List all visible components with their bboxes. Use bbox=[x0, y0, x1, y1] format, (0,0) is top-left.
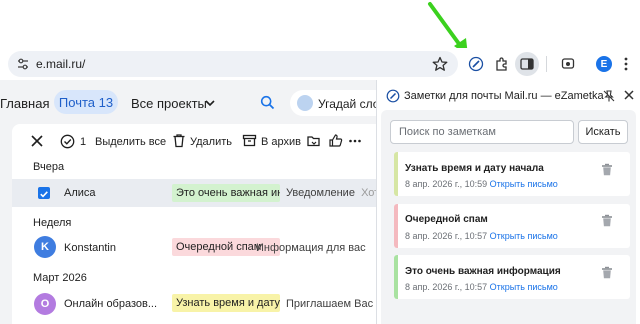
move-to-folder-icon[interactable] bbox=[306, 133, 321, 148]
note-tag: Узнать время и дату ... bbox=[172, 294, 280, 312]
archive-icon[interactable] bbox=[242, 133, 257, 148]
nav-home[interactable]: Главная bbox=[0, 96, 49, 111]
note-title: Узнать время и дату начала bbox=[405, 163, 544, 174]
delete-note-icon[interactable] bbox=[601, 214, 613, 227]
bookmark-star-icon[interactable] bbox=[432, 56, 448, 72]
trash-icon[interactable] bbox=[172, 133, 186, 148]
side-panel-icon bbox=[520, 58, 534, 70]
cast-button[interactable] bbox=[556, 52, 580, 76]
subject-text: Информация для вас bbox=[256, 242, 366, 254]
open-message-link[interactable]: Открыть письмо bbox=[490, 231, 558, 241]
tab-strip bbox=[0, 0, 640, 48]
note-title: Очередной спам bbox=[405, 214, 488, 225]
url-text[interactable]: e.mail.ru/ bbox=[36, 57, 85, 71]
extensions-button[interactable] bbox=[490, 52, 514, 76]
game-icon bbox=[297, 95, 313, 111]
note-title: Это очень важная информация bbox=[405, 266, 561, 277]
snippet-text: Хот... bbox=[361, 187, 376, 199]
thumbs-up-icon[interactable] bbox=[328, 133, 343, 148]
note-card[interactable] bbox=[394, 255, 630, 299]
sender-name: Алиса bbox=[64, 187, 96, 199]
note-date: 8 апр. 2026 г., 10:57 bbox=[405, 231, 488, 241]
open-message-link[interactable]: Открыть письмо bbox=[490, 179, 558, 189]
nav-all-projects[interactable]: Все проекты bbox=[131, 96, 207, 111]
note-meta: 8 апр. 2026 г., 10:59 Открыть письмо bbox=[405, 179, 558, 189]
search-icon[interactable] bbox=[260, 95, 275, 110]
search-button[interactable]: Искать bbox=[578, 120, 628, 144]
note-date: 8 апр. 2026 г., 10:57 bbox=[405, 282, 488, 292]
note-date: 8 апр. 2026 г., 10:59 bbox=[405, 179, 488, 189]
pen-icon bbox=[468, 56, 484, 72]
note-color-bar bbox=[394, 204, 398, 248]
group-label: Март 2026 bbox=[33, 272, 87, 284]
ezametka-extension-button[interactable] bbox=[464, 52, 488, 76]
download-icon bbox=[561, 58, 575, 69]
delete-note-icon[interactable] bbox=[601, 266, 613, 279]
puzzle-icon bbox=[496, 57, 507, 71]
delete-button[interactable]: Удалить bbox=[190, 136, 232, 148]
subject-text: Приглашаем Вас bbox=[286, 298, 374, 310]
note-color-bar bbox=[394, 255, 398, 299]
selected-count: 1 bbox=[80, 136, 87, 148]
nav-inbox[interactable]: Почта 13 bbox=[54, 90, 118, 114]
group-label: Неделя bbox=[33, 217, 72, 229]
open-message-link[interactable]: Открыть письмо bbox=[490, 282, 558, 292]
subject-main: Уведомление bbox=[286, 187, 355, 199]
panel-title: Заметки для почты Mail.ru — eZametka bbox=[404, 90, 604, 102]
sender-name: Konstantin bbox=[64, 242, 116, 254]
site-settings-icon[interactable] bbox=[16, 57, 30, 71]
note-card[interactable] bbox=[394, 152, 630, 196]
delete-note-icon[interactable] bbox=[601, 163, 613, 176]
pen-icon bbox=[386, 89, 400, 103]
close-icon[interactable] bbox=[623, 89, 635, 101]
sender-name: Онлайн образов... bbox=[64, 298, 158, 310]
unpin-icon[interactable] bbox=[602, 89, 616, 103]
close-icon[interactable] bbox=[30, 134, 44, 148]
profile-avatar[interactable]: E bbox=[596, 56, 612, 72]
note-meta: 8 апр. 2026 г., 10:57 Открыть письмо bbox=[405, 231, 558, 241]
notes-search-input[interactable] bbox=[390, 120, 574, 144]
subject-text: Уведомление Хот... bbox=[286, 187, 376, 199]
group-label: Вчера bbox=[33, 161, 65, 173]
note-color-bar bbox=[394, 152, 398, 196]
avatar: О bbox=[34, 293, 56, 315]
row-checkbox[interactable] bbox=[38, 187, 50, 199]
side-panel-button[interactable] bbox=[515, 52, 539, 76]
guess-word-label: Угадай сло bbox=[318, 97, 376, 111]
note-card[interactable] bbox=[394, 204, 630, 248]
note-meta: 8 апр. 2026 г., 10:57 Открыть письмо bbox=[405, 282, 558, 292]
more-icon[interactable] bbox=[348, 134, 362, 148]
toolbar-divider bbox=[546, 56, 547, 72]
archive-button[interactable]: В архив bbox=[261, 136, 301, 148]
chevron-down-icon[interactable] bbox=[204, 97, 216, 109]
select-check-icon[interactable] bbox=[60, 134, 75, 149]
avatar: K bbox=[34, 236, 56, 258]
note-tag: Это очень важная ин... bbox=[172, 184, 280, 202]
browser-menu-icon[interactable] bbox=[620, 56, 632, 72]
check-icon bbox=[40, 191, 48, 198]
select-all-button[interactable]: Выделить все bbox=[95, 136, 166, 148]
